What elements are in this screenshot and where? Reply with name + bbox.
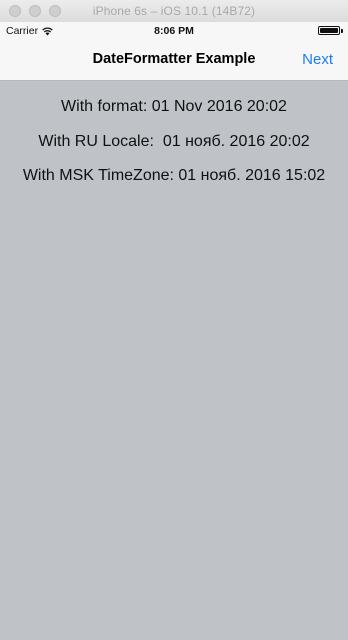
simulator-title-bar: iPhone 6s – iOS 10.1 (14B72) — [0, 0, 348, 23]
battery-icon — [318, 26, 340, 35]
msk-timezone-label: With MSK TimeZone: 01 нояб. 2016 15:02 — [22, 167, 326, 184]
battery-tip — [341, 29, 343, 33]
simulator-title: iPhone 6s – iOS 10.1 (14B72) — [92, 4, 256, 18]
next-button[interactable]: Next — [302, 51, 333, 68]
status-bar: Carrier 8:06 PM — [0, 22, 348, 38]
navigation-bar: DateFormatter Example Next — [0, 38, 348, 80]
ru-locale-label: With RU Locale: 01 нояб. 2016 20:02 — [38, 133, 310, 150]
battery-level — [320, 28, 338, 33]
simulator-window: iPhone 6s – iOS 10.1 (14B72) Carrier 8:0… — [0, 0, 348, 640]
format-label: With format: 01 Nov 2016 20:02 — [61, 98, 287, 115]
ios-header: Carrier 8:06 PM DateFormatter Example Ne… — [0, 22, 348, 81]
page-title: DateFormatter Example — [92, 51, 256, 67]
status-time: 8:06 PM — [154, 25, 194, 37]
